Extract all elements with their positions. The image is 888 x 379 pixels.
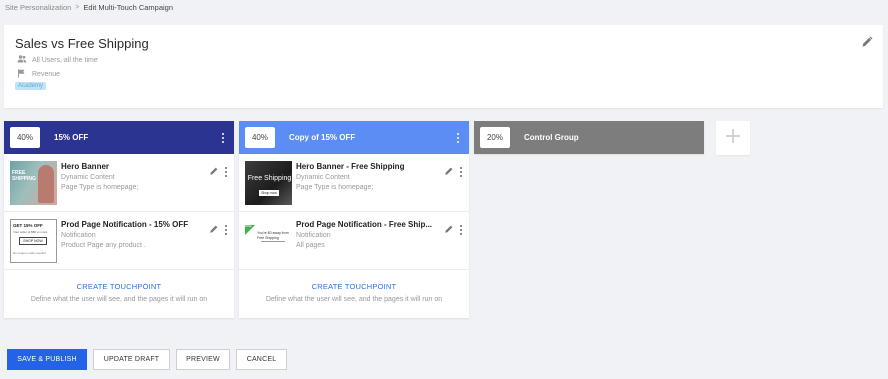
- touchpoint-menu-icon[interactable]: [225, 166, 228, 178]
- campaign-tag: Academy: [15, 82, 47, 90]
- thumbnail-title: You're $0 away from Free Shipping: [257, 231, 289, 240]
- touchpoint-condition: All pages: [296, 242, 325, 249]
- variant-allocation[interactable]: 40%: [245, 127, 275, 148]
- touchpoint-item[interactable]: FREE SHIPPING Hero Banner Dynamic Conten…: [4, 154, 234, 212]
- touchpoint-name: Hero Banner: [61, 162, 110, 171]
- footer-actions: SAVE & PUBLISH UPDATE DRAFT PREVIEW CANC…: [7, 349, 287, 370]
- notification-thumbnail: FREE You're $0 away from Free Shipping: [245, 219, 292, 263]
- update-draft-button[interactable]: UPDATE DRAFT: [93, 349, 170, 370]
- edit-touchpoint-pencil-icon[interactable]: [209, 163, 219, 181]
- touchpoint-name: Hero Banner - Free Shipping: [296, 162, 405, 171]
- variant-name: Copy of 15% OFF: [289, 133, 356, 142]
- create-touchpoint-link[interactable]: CREATE TOUCHPOINT: [239, 282, 469, 291]
- touchpoint-item[interactable]: FREE You're $0 away from Free Shipping P…: [239, 212, 469, 270]
- touchpoint-actions: [444, 163, 463, 181]
- variant-header: 40% 15% OFF: [4, 121, 234, 154]
- thumbnail-badge: FREE: [245, 225, 252, 228]
- touchpoint-actions: [209, 221, 228, 239]
- touchpoint-item[interactable]: Free Shipping Shop now Hero Banner - Fre…: [239, 154, 469, 212]
- variant-header: 40% Copy of 15% OFF: [239, 121, 469, 154]
- edit-touchpoint-pencil-icon[interactable]: [444, 163, 454, 181]
- thumbnail-button: SHOP NOW: [19, 237, 47, 245]
- breadcrumb-parent-link[interactable]: Site Personalization: [5, 3, 71, 12]
- touchpoint-menu-icon[interactable]: [460, 166, 463, 178]
- notification-thumbnail: GET 15% OFF Your order of $50 or more SH…: [10, 219, 57, 263]
- campaign-goal: Revenue: [17, 69, 60, 80]
- hero-banner-thumbnail: Free Shipping Shop now: [245, 161, 292, 205]
- thumbnail-text: FREE SHIPPING: [12, 170, 36, 182]
- goal-text: Revenue: [32, 71, 61, 78]
- variant-card-2: 40% Copy of 15% OFF Free Shipping Shop n…: [239, 121, 469, 318]
- touchpoint-menu-icon[interactable]: [225, 224, 228, 236]
- touchpoint-type: Notification: [296, 232, 331, 239]
- variant-name: Control Group: [524, 133, 579, 142]
- create-touchpoint-section: CREATE TOUCHPOINT Define what the user w…: [4, 270, 234, 303]
- touchpoint-condition: Page Type is homepage;: [296, 184, 374, 191]
- flag-icon: [17, 69, 27, 80]
- users-icon: [17, 55, 27, 65]
- touchpoint-condition: Product Page any product .: [61, 242, 146, 249]
- variant-allocation[interactable]: 40%: [10, 127, 40, 148]
- campaign-audience: All Users, all the time: [17, 55, 98, 65]
- variant-card-1: 40% 15% OFF FREE SHIPPING Hero Banner Dy…: [4, 121, 234, 318]
- audience-text: All Users, all the time: [32, 56, 98, 64]
- create-touchpoint-hint: Define what the user will see, and the p…: [265, 296, 443, 303]
- preview-button[interactable]: PREVIEW: [176, 349, 230, 370]
- touchpoint-type: Notification: [61, 232, 96, 239]
- breadcrumb-current: Edit Multi-Touch Campaign: [83, 3, 174, 12]
- variant-card-3: 20% Control Group: [474, 121, 704, 154]
- edit-touchpoint-pencil-icon[interactable]: [444, 221, 454, 239]
- touchpoint-actions: [444, 221, 463, 239]
- thumbnail-title: GET 15% OFF: [13, 223, 43, 228]
- thumbnail-text: Free Shipping: [247, 175, 292, 182]
- plus-icon: [725, 128, 741, 149]
- touchpoint-type: Dynamic Content: [61, 174, 115, 181]
- touchpoint-item[interactable]: GET 15% OFF Your order of $50 or more SH…: [4, 212, 234, 270]
- touchpoint-menu-icon[interactable]: [460, 224, 463, 236]
- thumbnail-note: No coupon code needed: [13, 251, 46, 255]
- create-touchpoint-link[interactable]: CREATE TOUCHPOINT: [4, 282, 234, 291]
- touchpoint-type: Dynamic Content: [296, 174, 350, 181]
- touchpoint-condition: Page Type is homepage;: [61, 184, 139, 191]
- campaign-title: Sales vs Free Shipping: [15, 36, 149, 51]
- touchpoint-name: Prod Page Notification - 15% OFF: [61, 220, 189, 229]
- breadcrumb: Site Personalization > Edit Multi-Touch …: [5, 3, 173, 12]
- add-variant-button[interactable]: [716, 121, 750, 155]
- variant-name: 15% OFF: [54, 133, 89, 142]
- thumbnail-button: Shop now: [259, 190, 279, 196]
- create-touchpoint-section: CREATE TOUCHPOINT Define what the user w…: [239, 270, 469, 303]
- hero-banner-thumbnail: FREE SHIPPING: [10, 161, 57, 205]
- edit-campaign-pencil-icon[interactable]: [861, 35, 873, 47]
- edit-touchpoint-pencil-icon[interactable]: [209, 221, 219, 239]
- breadcrumb-separator: >: [75, 4, 80, 11]
- create-touchpoint-hint: Define what the user will see, and the p…: [30, 296, 208, 303]
- thumbnail-line: Your order of $50 or more: [13, 230, 48, 234]
- touchpoint-name: Prod Page Notification - Free Ship...: [296, 220, 433, 229]
- save-publish-button[interactable]: SAVE & PUBLISH: [7, 349, 87, 370]
- variant-header: 20% Control Group: [474, 121, 704, 154]
- thumbnail-progress-line: [261, 241, 285, 242]
- model-figure: [38, 165, 54, 203]
- variant-menu-icon[interactable]: [222, 133, 225, 144]
- campaign-header-card: Sales vs Free Shipping All Users, all th…: [4, 25, 883, 108]
- variant-allocation[interactable]: 20%: [480, 127, 510, 148]
- variant-menu-icon[interactable]: [457, 133, 460, 144]
- cancel-button[interactable]: CANCEL: [236, 349, 287, 370]
- touchpoint-actions: [209, 163, 228, 181]
